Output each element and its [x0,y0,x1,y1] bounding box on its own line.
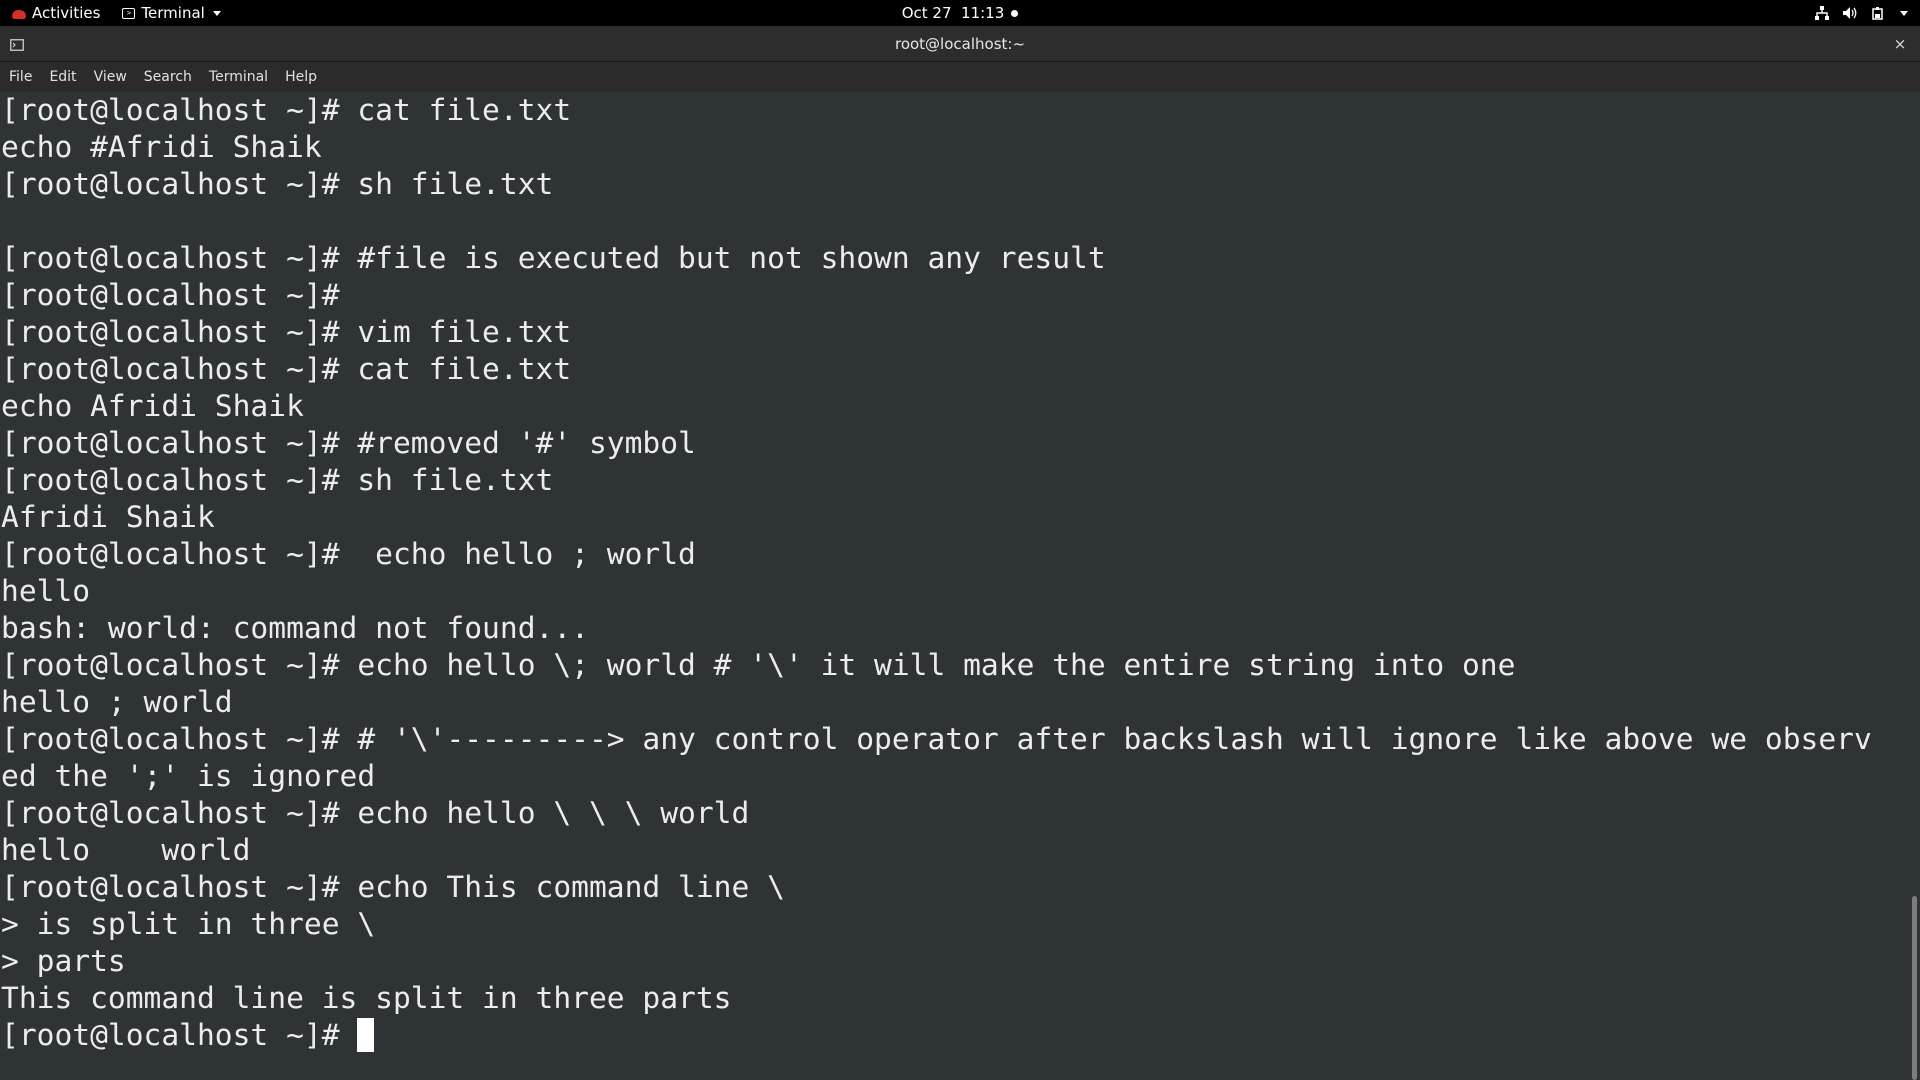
network-icon [1814,5,1830,21]
terminal-line: [root@localhost ~]# echo hello \; world … [1,648,1516,682]
terminal-line: bash: world: command not found... [1,611,589,645]
terminal-line: [root@localhost ~]# [1,278,340,312]
terminal-lines: [root@localhost ~]# cat file.txt echo #A… [0,92,1908,1054]
menu-terminal[interactable]: Terminal [208,67,269,87]
app-menu-label: Terminal [141,4,205,22]
redhat-logo-icon [12,9,26,19]
terminal-line: [root@localhost ~]# echo This command li… [1,870,785,904]
terminal-line: [root@localhost ~]# sh file.txt [1,167,554,201]
terminal-line: > parts [1,944,126,978]
terminal-line: Afridi Shaik [1,500,215,534]
power-icon [1870,5,1886,21]
activities-label: Activities [32,4,101,22]
terminal-icon: > [122,7,136,19]
notification-dot-icon [1011,9,1019,17]
menu-view[interactable]: View [93,67,128,87]
window-title: root@localhost:~ [894,34,1026,53]
terminal-line: [root@localhost ~]# echo hello ; world [1,537,696,571]
terminal-line: [root@localhost ~]# sh file.txt [1,463,554,497]
terminal-line: [root@localhost ~]# vim file.txt [1,315,572,349]
terminal-line: [root@localhost ~]# #removed '#' symbol [1,426,696,460]
menu-bar: File Edit View Search Terminal Help [0,62,1920,92]
terminal-line: hello ; world [1,685,233,719]
close-icon[interactable]: × [1890,34,1910,54]
window-titlebar[interactable]: root@localhost:~ × [0,26,1920,62]
clock-label: Oct 27 11:13 [901,4,1005,22]
chevron-down-icon [212,10,221,16]
system-status-area[interactable] [1814,0,1908,26]
text-cursor [357,1017,375,1052]
clock-button[interactable]: Oct 27 11:13 [0,0,1920,26]
menu-search[interactable]: Search [143,67,193,87]
menu-file[interactable]: File [8,67,33,87]
terminal-line: [root@localhost ~]# # '\'---------> any … [1,722,1872,756]
terminal-line: [root@localhost ~]# echo hello \ \ \ wor… [1,796,750,830]
scrollbar-thumb[interactable] [1912,896,1917,1080]
terminal-prompt: [root@localhost ~]# [1,1018,358,1052]
volume-icon [1842,5,1858,21]
terminal-line: echo Afridi Shaik [1,389,304,423]
terminal-line: hello world [1,833,251,867]
window-menu-icon[interactable] [10,37,24,51]
terminal-line: ed the ';' is ignored [1,759,376,793]
chevron-down-icon [1900,10,1908,16]
terminal-line: [root@localhost ~]# cat file.txt [1,352,572,386]
terminal-line: echo #Afridi Shaik [1,130,322,164]
menu-help[interactable]: Help [284,67,318,87]
app-menu-button[interactable]: > Terminal [122,4,221,22]
terminal-line: hello [1,574,91,608]
activities-button[interactable]: Activities [12,4,100,22]
terminal-line: This command line is split in three part… [1,981,732,1015]
terminal-line: [root@localhost ~]# #file is executed bu… [1,241,1106,275]
terminal-line: > is split in three \ [1,907,376,941]
menu-edit[interactable]: Edit [48,67,77,87]
terminal-prompt-line[interactable]: [root@localhost ~]# [0,1017,1908,1054]
terminal-line: [root@localhost ~]# cat file.txt [1,93,572,127]
gnome-top-bar: Activities > Terminal Oct 27 11:13 [0,0,1920,26]
terminal-output[interactable]: [root@localhost ~]# cat file.txt echo #A… [0,92,1908,1080]
